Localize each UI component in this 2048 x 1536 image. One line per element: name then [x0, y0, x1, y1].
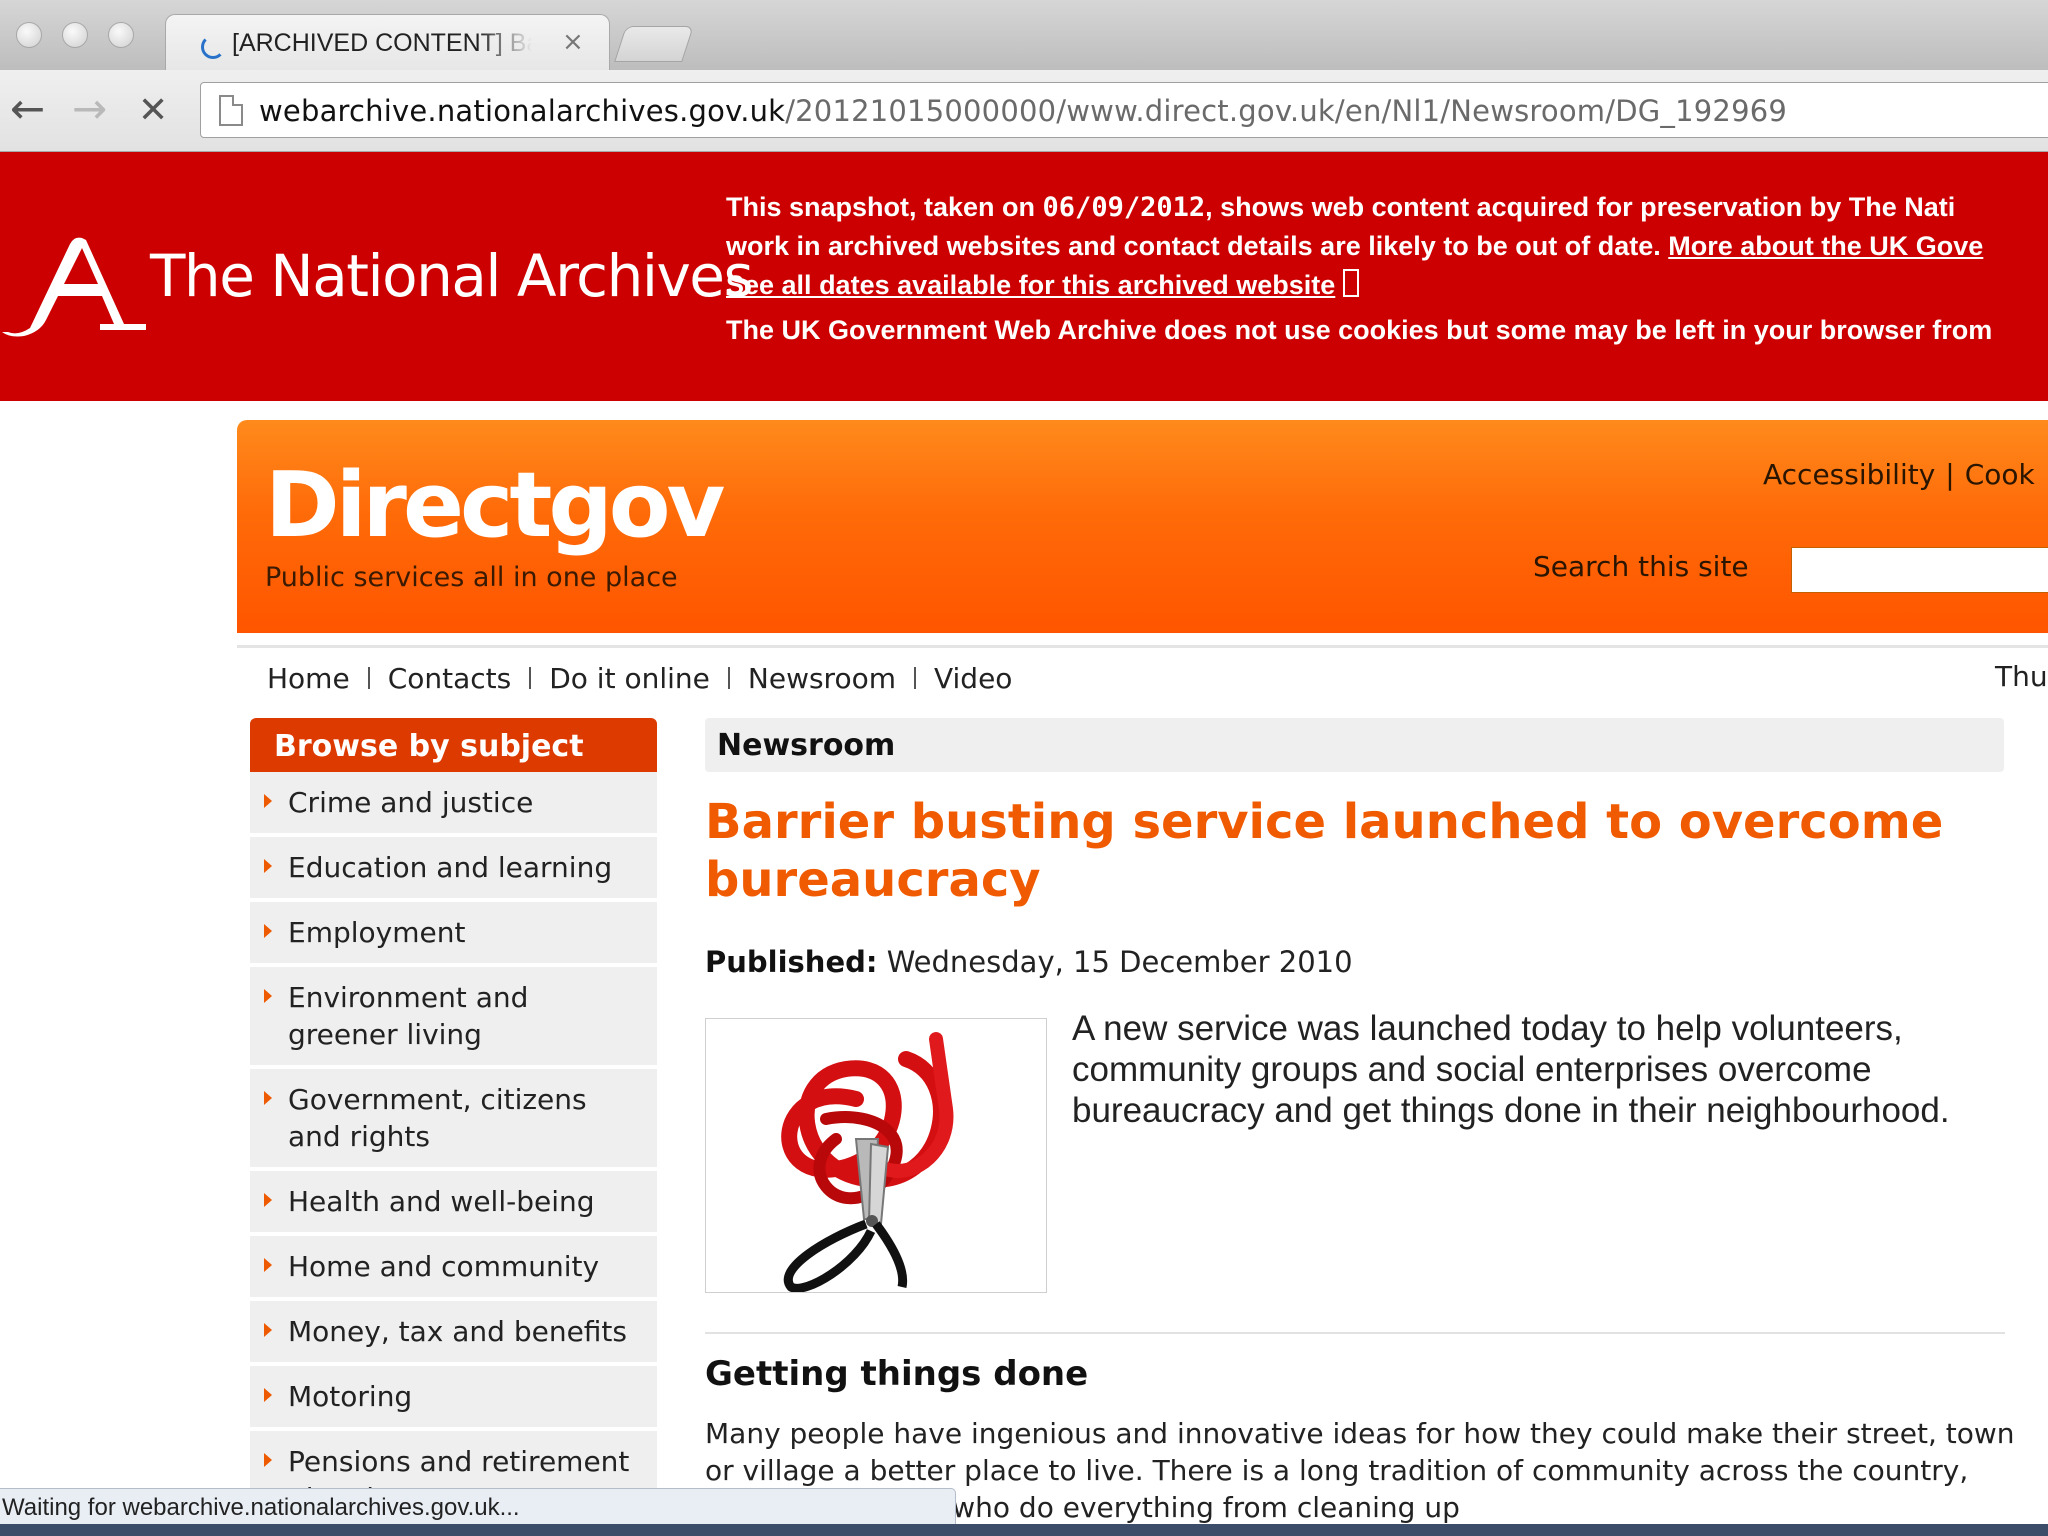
window-zoom-button[interactable]: [108, 22, 134, 48]
nav-newsroom[interactable]: Newsroom: [748, 662, 896, 695]
browse-by-subject: Browse by subject Crime and justice Educa…: [250, 718, 657, 1536]
nav-home[interactable]: Home: [267, 662, 350, 695]
article-image: [705, 1018, 1047, 1293]
nav-video[interactable]: Video: [934, 662, 1012, 695]
search-input[interactable]: [1791, 547, 2048, 593]
accessibility-link[interactable]: Accessibility: [1763, 458, 1935, 491]
sidebar-item-label: Home and community: [288, 1250, 600, 1283]
main-nav: Home Contacts Do it online Newsroom Video Th…: [237, 645, 2048, 707]
external-link-icon: [1343, 269, 1360, 297]
loading-spinner-icon: [201, 35, 225, 59]
sidebar-item-label: Motoring: [288, 1380, 413, 1413]
triangle-right-icon: [264, 1193, 272, 1207]
new-tab-button[interactable]: [614, 26, 694, 62]
triangle-right-icon: [264, 989, 272, 1003]
article-intro: A new service was launched today to help…: [1072, 1009, 1950, 1130]
sidebar-item-label: Employment: [288, 916, 466, 949]
cookies-notice: The UK Government Web Archive does not u…: [726, 315, 1993, 345]
sidebar-item-home[interactable]: Home and community: [250, 1236, 657, 1301]
archive-banner: The National Archives This snapshot, tak…: [0, 152, 2048, 401]
page-icon: [219, 95, 243, 126]
sidebar-item-label: Environment and greener living: [288, 981, 529, 1051]
divider: [705, 1332, 2005, 1334]
nav-contacts[interactable]: Contacts: [388, 662, 512, 695]
tab-title: [ARCHIVED CONTENT] Barr: [232, 29, 532, 57]
cookies-link[interactable]: Cook: [1965, 458, 2035, 491]
archive-notice: This snapshot, taken on 06/09/2012, show…: [726, 188, 2048, 350]
snapshot-date: 06/09/2012: [1042, 192, 1206, 223]
published-line: Published: Wednesday, 15 December 2010: [705, 945, 1353, 979]
sidebar-item-crime[interactable]: Crime and justice: [250, 772, 657, 837]
dock-edge: [0, 1524, 2048, 1536]
back-arrow-icon[interactable]: ←: [10, 84, 45, 134]
triangle-right-icon: [264, 1091, 272, 1105]
triangle-right-icon: [264, 859, 272, 873]
sidebar-item-education[interactable]: Education and learning: [250, 837, 657, 902]
sidebar-item-motoring[interactable]: Motoring: [250, 1366, 657, 1431]
sidebar-item-employment[interactable]: Employment: [250, 902, 657, 967]
forward-arrow-icon[interactable]: →: [72, 84, 107, 134]
window-minimize-button[interactable]: [62, 22, 88, 48]
nav-do-it-online[interactable]: Do it online: [549, 662, 710, 695]
triangle-right-icon: [264, 1453, 272, 1467]
site-tagline: Public services all in one place: [265, 562, 678, 593]
triangle-right-icon: [264, 1388, 272, 1402]
article-headline: Barrier busting service launched to over…: [705, 794, 1944, 908]
browser-tab-active[interactable]: [ARCHIVED CONTENT] Barr ×: [165, 14, 610, 72]
subject-list: Crime and justice Education and learning E…: [250, 772, 657, 1536]
section-subheading: Getting things done: [705, 1354, 1089, 1394]
see-all-dates-link[interactable]: See all dates available for this archive…: [726, 270, 1335, 300]
ribbon-scissors-image: [781, 1032, 954, 1293]
date-display: Thu: [1995, 660, 2048, 693]
sidebar-item-money[interactable]: Money, tax and benefits: [250, 1301, 657, 1366]
section-label: Newsroom: [705, 718, 2004, 772]
sidebar-item-label: Health and well-being: [288, 1185, 595, 1218]
directgov-logo[interactable]: Directgov: [265, 456, 725, 556]
more-about-link[interactable]: More about the UK Gove: [1668, 231, 1983, 261]
browser-toolbar: ← → ✕ webarchive.nationalarchives.gov.uk…: [0, 70, 2048, 152]
national-archives-logo-icon: [2, 237, 146, 337]
archives-name: The National Archives: [150, 242, 754, 310]
sidebar-item-health[interactable]: Health and well-being: [250, 1171, 657, 1236]
utility-links: Accessibility | Cook: [1763, 458, 2035, 491]
sidebar-item-government[interactable]: Government, citizens and rights: [250, 1069, 657, 1171]
window-close-button[interactable]: [16, 22, 42, 48]
published-date: Wednesday, 15 December 2010: [886, 945, 1353, 979]
stop-loading-icon[interactable]: ✕: [138, 86, 168, 136]
browser-status-bar: Waiting for webarchive.nationalarchives.…: [0, 1488, 956, 1524]
url-text[interactable]: webarchive.nationalarchives.gov.uk/20121…: [259, 94, 1787, 128]
address-bar[interactable]: webarchive.nationalarchives.gov.uk/20121…: [200, 82, 2048, 138]
site-header: Directgov Public services all in one pla…: [237, 420, 2048, 633]
sidebar-item-label: Crime and justice: [288, 786, 534, 819]
search-label: Search this site: [1533, 550, 1749, 583]
browser-titlebar: [ARCHIVED CONTENT] Barr ×: [0, 0, 2048, 72]
sidebar-item-label: Education and learning: [288, 851, 613, 884]
tab-close-icon[interactable]: ×: [562, 27, 584, 57]
triangle-right-icon: [264, 1258, 272, 1272]
triangle-right-icon: [264, 794, 272, 808]
sidebar-heading: Browse by subject: [250, 718, 657, 772]
sidebar-item-environment[interactable]: Environment and greener living: [250, 967, 657, 1069]
triangle-right-icon: [264, 1323, 272, 1337]
triangle-right-icon: [264, 924, 272, 938]
sidebar-item-label: Government, citizens and rights: [288, 1083, 587, 1153]
sidebar-item-label: Money, tax and benefits: [288, 1315, 627, 1348]
